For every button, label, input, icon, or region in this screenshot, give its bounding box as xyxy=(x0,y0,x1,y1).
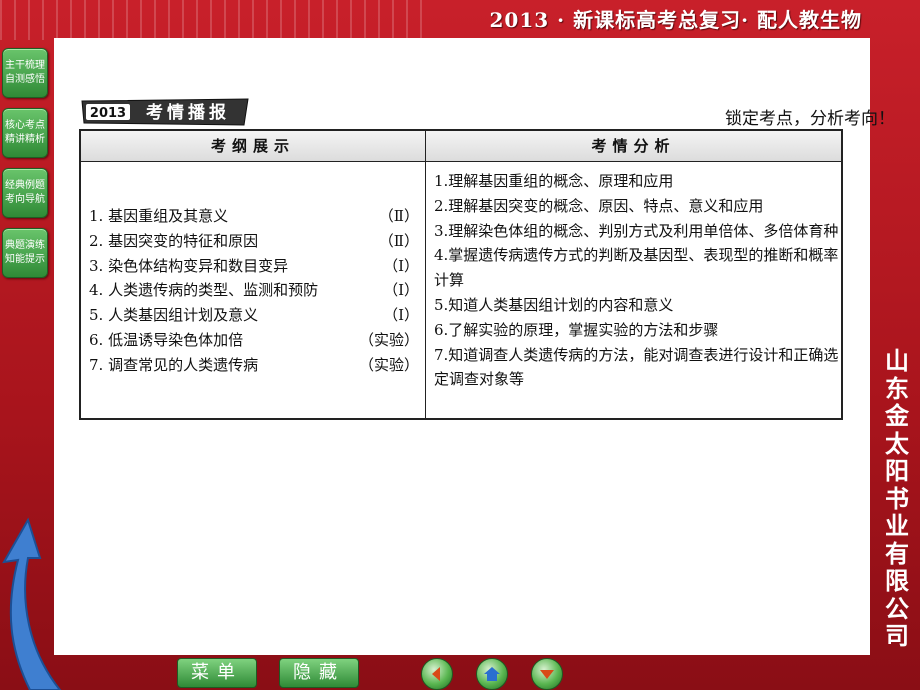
publisher-char: 司 xyxy=(885,622,909,650)
item-text: 2. 基因突变的特征和原因 xyxy=(89,231,259,250)
list-item: 2. 基因突变的特征和原因 （Ⅱ） xyxy=(89,230,419,255)
table-header: 考纲展示 考情分析 xyxy=(81,131,841,162)
sidebar-label: 考向导航 xyxy=(5,194,45,205)
banner-title: 考情播报 xyxy=(145,102,230,123)
arrow-down-icon xyxy=(540,670,554,679)
menu-button[interactable]: 菜单 xyxy=(177,658,257,688)
home-icon xyxy=(484,667,500,681)
sidebar-item-examples[interactable]: 经典例题 考向导航 xyxy=(2,168,48,218)
analysis-list: 1.理解基因重组的概念、原理和应用 2.理解基因突变的概念、原因、特点、意义和应… xyxy=(434,169,839,392)
list-item: 7.知道调查人类遗传病的方法，能对调查表进行设计和正确选定调查对象等 xyxy=(434,345,839,389)
list-item: 3.理解染色体组的概念、判别方式及利用单倍体、多倍体育种 xyxy=(434,221,839,240)
list-item: 1. 基因重组及其意义 （Ⅱ） xyxy=(89,205,419,230)
item-level: （Ⅰ） xyxy=(383,306,419,325)
item-text: 1. 基因重组及其意义 xyxy=(89,207,229,225)
arrow-left-icon xyxy=(432,667,440,681)
item-level: （Ⅱ） xyxy=(378,207,419,225)
list-item: 7. 调查常见的人类遗传病 （实验） xyxy=(89,354,419,379)
list-item: 6. 低温诱导染色体加倍 （实验） xyxy=(89,329,419,354)
item-text: 5. 人类基因组计划及意义 xyxy=(89,306,259,325)
sidebar-label: 主干梳理 xyxy=(5,60,45,71)
item-level: （Ⅰ） xyxy=(383,281,419,300)
publisher-char: 金 xyxy=(885,402,909,430)
list-item: 1.理解基因重组的概念、原理和应用 xyxy=(434,172,674,190)
publisher-char: 书 xyxy=(885,484,909,513)
sidebar-item-practice[interactable]: 典题演练 知能提示 xyxy=(2,228,48,278)
item-text: 7. 调查常见的人类遗传病 xyxy=(89,355,259,374)
item-level: （Ⅰ） xyxy=(383,256,419,275)
column-header-syllabus: 考纲展示 xyxy=(210,137,295,155)
item-text: 4. 人类遗传病的类型、监测和预防 xyxy=(89,281,319,300)
list-item: 2.理解基因突变的概念、原因、特点、意义和应用 xyxy=(434,196,764,215)
column-header-analysis: 考情分析 xyxy=(591,137,676,155)
sidebar-item-key-points[interactable]: 核心考点 精讲精析 xyxy=(2,108,48,158)
exam-table: 考纲展示 考情分析 1. 基因重组及其意义 （Ⅱ） 2. 基因突变的特征和原因 （Ⅱ… xyxy=(79,129,843,420)
tagline: 锁定考点，分析考向！ xyxy=(725,109,895,129)
sidebar-label: 核心考点 xyxy=(5,120,45,131)
item-level: （实验） xyxy=(358,355,419,374)
item-level: （实验） xyxy=(358,330,419,349)
sidebar-label: 经典例题 xyxy=(5,180,45,191)
sidebar-item-review[interactable]: 主干梳理 自测感悟 xyxy=(2,48,48,98)
publisher-char: 公 xyxy=(885,594,909,623)
home-button[interactable] xyxy=(476,658,508,690)
sidebar-label: 典题演练 xyxy=(5,240,45,251)
publisher-char: 太 xyxy=(885,429,909,458)
list-item: 5. 人类基因组计划及意义 （Ⅰ） xyxy=(89,304,419,329)
bottom-bar: 菜单 隐藏 xyxy=(0,655,920,690)
header-title: 2013 · 新课标高考总复习· 配人教生物 xyxy=(489,8,862,32)
publisher-char: 限 xyxy=(885,567,909,595)
publisher-name: 山 东 金 太 阳 书 业 有 限 公 司 xyxy=(882,347,912,651)
list-item: 5.知道人类基因组计划的内容和意义 xyxy=(434,295,674,314)
sidebar: 主干梳理 自测感悟 核心考点 精讲精析 经典例题 考向导航 典题演练 知能提示 xyxy=(0,48,50,288)
list-item: 3. 染色体结构变异和数目变异 （Ⅰ） xyxy=(89,255,419,280)
header-decoration xyxy=(0,0,430,40)
item-text: 6. 低温诱导染色体加倍 xyxy=(89,330,244,349)
column-divider xyxy=(425,131,426,418)
publisher-char: 有 xyxy=(885,539,909,568)
publisher-char: 东 xyxy=(885,374,909,403)
back-button[interactable] xyxy=(421,658,453,690)
next-button[interactable] xyxy=(531,658,563,690)
sidebar-label: 自测感悟 xyxy=(5,74,45,85)
list-item: 6.了解实验的原理，掌握实验的方法和步骤 xyxy=(434,320,719,339)
item-text: 3. 染色体结构变异和数目变异 xyxy=(89,256,289,275)
publisher-char: 业 xyxy=(885,512,909,540)
list-item: 4.掌握遗传病遗传方式的判断及基因型、表现型的推断和概率计算 xyxy=(434,246,839,290)
exam-report-banner: 2013 考情播报 xyxy=(81,98,249,126)
banner-year: 2013 xyxy=(90,106,126,121)
list-item: 4. 人类遗传病的类型、监测和预防 （Ⅰ） xyxy=(89,279,419,304)
sidebar-label: 知能提示 xyxy=(5,254,45,265)
hide-button[interactable]: 隐藏 xyxy=(279,658,359,688)
publisher-char: 山 xyxy=(885,347,909,375)
publisher-char: 阳 xyxy=(885,457,909,485)
sidebar-label: 精讲精析 xyxy=(5,134,45,145)
syllabus-list: 1. 基因重组及其意义 （Ⅱ） 2. 基因突变的特征和原因 （Ⅱ） 3. 染色体结构… xyxy=(89,205,419,379)
item-level: （Ⅱ） xyxy=(378,231,419,250)
